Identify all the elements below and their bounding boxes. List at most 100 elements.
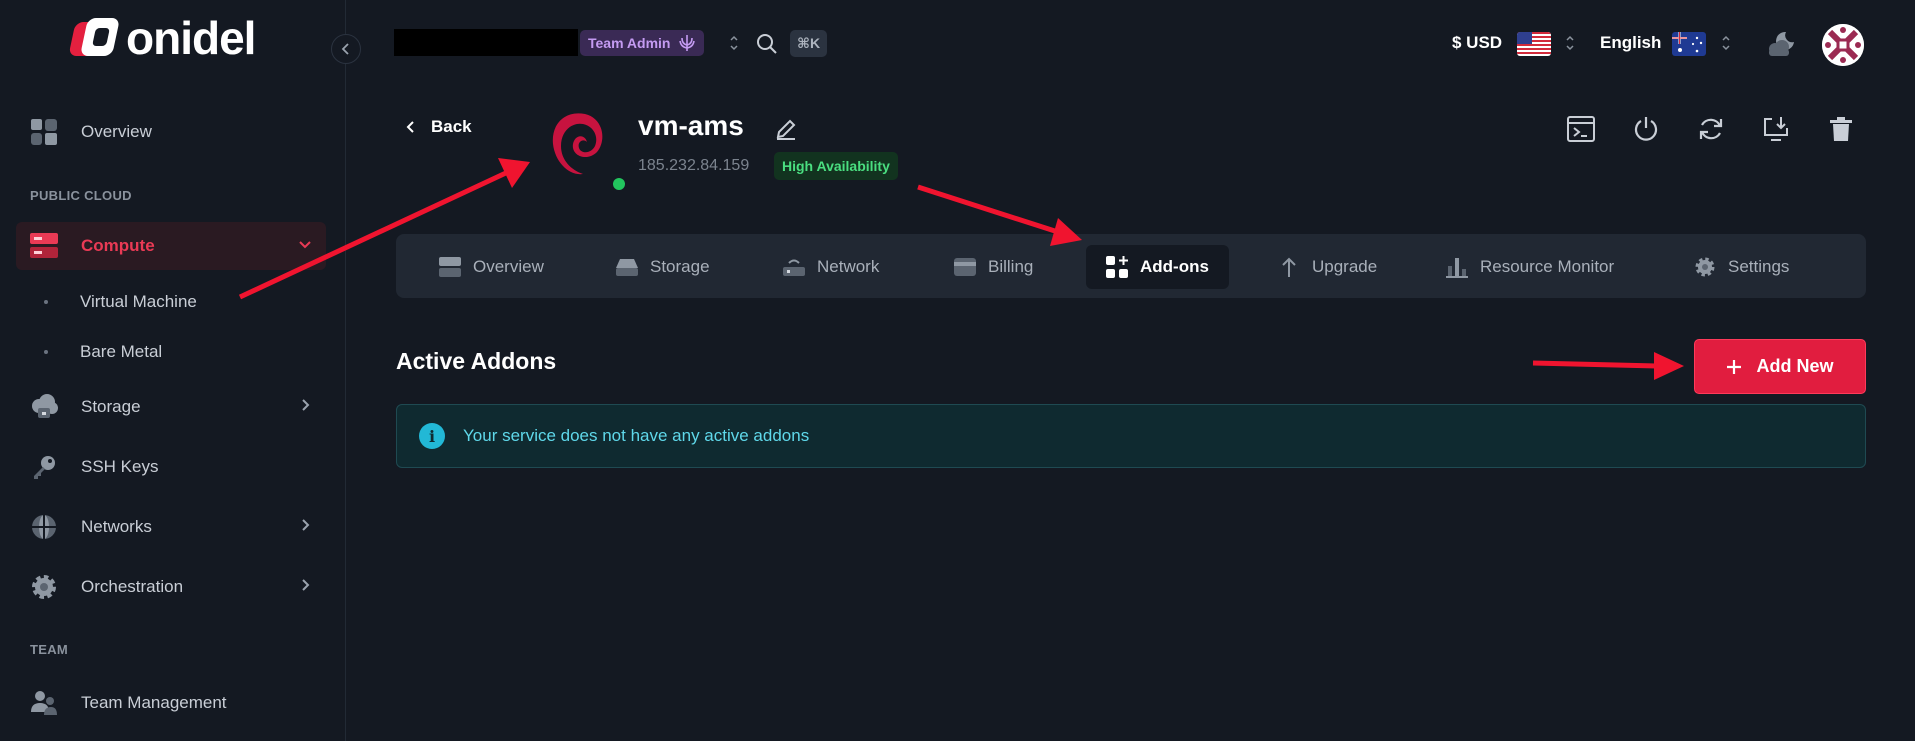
collapse-sidebar-button[interactable] [331, 34, 361, 64]
power-icon[interactable] [1631, 114, 1661, 144]
key-icon [30, 453, 58, 481]
disk-icon [616, 256, 638, 278]
sidebar-item-label: Storage [81, 397, 141, 416]
reinstall-download-icon[interactable] [1761, 114, 1791, 144]
server-icon [439, 256, 461, 278]
tab-label: Overview [473, 257, 544, 276]
team-switcher-chevrons-icon[interactable] [728, 34, 740, 54]
cloud-storage-icon [30, 393, 58, 421]
tab-resource-monitor[interactable]: Resource Monitor [1426, 245, 1634, 289]
bullet-icon [44, 300, 48, 304]
edit-name-pencil-icon[interactable] [774, 117, 798, 141]
language-chevrons-icon[interactable] [1720, 34, 1732, 54]
chevron-right-icon [298, 398, 312, 417]
tab-billing[interactable]: Billing [934, 245, 1053, 289]
chevron-right-icon [298, 578, 312, 597]
logo-mark-icon [68, 18, 121, 58]
info-icon: i [419, 423, 445, 449]
cog-icon [30, 573, 58, 601]
currency-selector[interactable]: $ USD [1452, 33, 1502, 53]
restart-icon[interactable] [1696, 114, 1726, 144]
server-icon [30, 232, 58, 260]
sidebar-item-label: Compute [81, 236, 155, 255]
dashboard-icon [30, 118, 58, 146]
sidebar-item-orchestration[interactable]: Orchestration [16, 563, 326, 611]
currency-chevrons-icon[interactable] [1564, 34, 1576, 54]
brand-name: onidel [126, 12, 256, 64]
tab-label: Network [817, 257, 880, 276]
sidebar-item-networks[interactable]: Networks [16, 503, 326, 551]
tab-upgrade[interactable]: Upgrade [1258, 245, 1397, 289]
sidebar-subitem-label: Virtual Machine [80, 292, 197, 311]
tab-label: Billing [988, 257, 1034, 276]
sidebar-subitem-bare-metal[interactable]: Bare Metal [44, 342, 162, 362]
sidebar-item-label: Team Management [81, 693, 227, 712]
add-ons-grid-icon [1106, 256, 1128, 278]
sidebar-item-overview[interactable]: Overview [16, 108, 326, 156]
tab-storage[interactable]: Storage [596, 245, 730, 289]
chevron-down-icon [298, 237, 312, 256]
credit-card-icon [954, 256, 976, 278]
team-role-badge: Team Admin [580, 30, 705, 56]
command-shortcut-badge[interactable]: ⌘K [790, 30, 828, 57]
user-avatar[interactable] [1822, 24, 1864, 66]
search-icon[interactable] [756, 33, 778, 55]
tab-overview[interactable]: Overview [419, 245, 564, 289]
add-new-addon-button[interactable]: Add New [1694, 339, 1866, 394]
vm-ip-address: 185.232.84.159 [638, 157, 750, 174]
australia-flag-icon [1672, 32, 1706, 56]
users-icon [30, 689, 58, 717]
chevron-left-icon [341, 43, 349, 55]
brand-logo[interactable]: onidel [68, 12, 256, 64]
gear-icon [1694, 256, 1716, 278]
bar-chart-icon [1446, 256, 1468, 278]
sidebar-item-label: Orchestration [81, 577, 184, 596]
globe-icon [30, 513, 58, 541]
role-crest-icon [679, 35, 696, 51]
us-flag-icon [1517, 32, 1551, 56]
tab-label: Add-ons [1140, 257, 1209, 276]
section-label-team: TEAM [30, 642, 69, 657]
chevron-left-icon [406, 121, 414, 133]
tab-add-ons[interactable]: Add-ons [1086, 245, 1229, 289]
tab-label: Resource Monitor [1480, 257, 1615, 276]
empty-addons-message: Your service does not have any active ad… [463, 426, 810, 445]
sidebar-item-compute[interactable]: Compute [16, 222, 326, 270]
vm-name: vm-ams [638, 110, 744, 141]
sidebar-subitem-virtual-machine[interactable]: Virtual Machine [44, 292, 197, 312]
tab-label: Settings [1728, 257, 1790, 276]
sidebar-item-label: Overview [81, 122, 152, 141]
theme-toggle-moon-cloud-icon[interactable] [1766, 30, 1796, 63]
empty-addons-alert: i Your service does not have any active … [396, 404, 1866, 468]
arrow-to-add-new-button [1532, 352, 1684, 380]
plus-icon [1727, 359, 1742, 374]
tab-network[interactable]: Network [763, 245, 899, 289]
vm-tab-bar: Overview Storage Network Billing Add-ons… [396, 234, 1866, 298]
section-label-public-cloud: PUBLIC CLOUD [30, 188, 132, 203]
high-availability-badge: High Availability [774, 152, 898, 180]
vm-status-indicator [613, 178, 625, 190]
sidebar-item-storage[interactable]: Storage [16, 383, 326, 431]
sidebar: onidel Overview PUBLIC CLOUD Compute Vir… [0, 0, 346, 741]
add-new-label: Add New [1756, 356, 1834, 376]
back-button[interactable]: Back [405, 117, 472, 137]
active-addons-heading: Active Addons [396, 348, 557, 374]
debian-logo-icon [545, 104, 609, 184]
router-icon [783, 256, 805, 278]
delete-trash-icon[interactable] [1826, 114, 1856, 144]
sidebar-subitem-label: Bare Metal [80, 342, 163, 361]
team-name-redacted[interactable] [394, 29, 578, 56]
sidebar-item-label: Networks [81, 517, 152, 536]
upgrade-arrow-icon [1278, 256, 1300, 278]
tab-label: Upgrade [1312, 257, 1378, 276]
tab-label: Storage [650, 257, 710, 276]
language-selector[interactable]: English [1600, 33, 1661, 53]
sidebar-item-team-management[interactable]: Team Management [16, 679, 326, 727]
sidebar-item-label: SSH Keys [81, 457, 159, 476]
tab-settings[interactable]: Settings [1674, 245, 1809, 289]
back-label: Back [431, 117, 472, 136]
console-terminal-icon[interactable] [1566, 114, 1596, 144]
sidebar-item-ssh-keys[interactable]: SSH Keys [16, 443, 326, 491]
bullet-icon [44, 350, 48, 354]
team-role-label: Team Admin [588, 35, 671, 51]
